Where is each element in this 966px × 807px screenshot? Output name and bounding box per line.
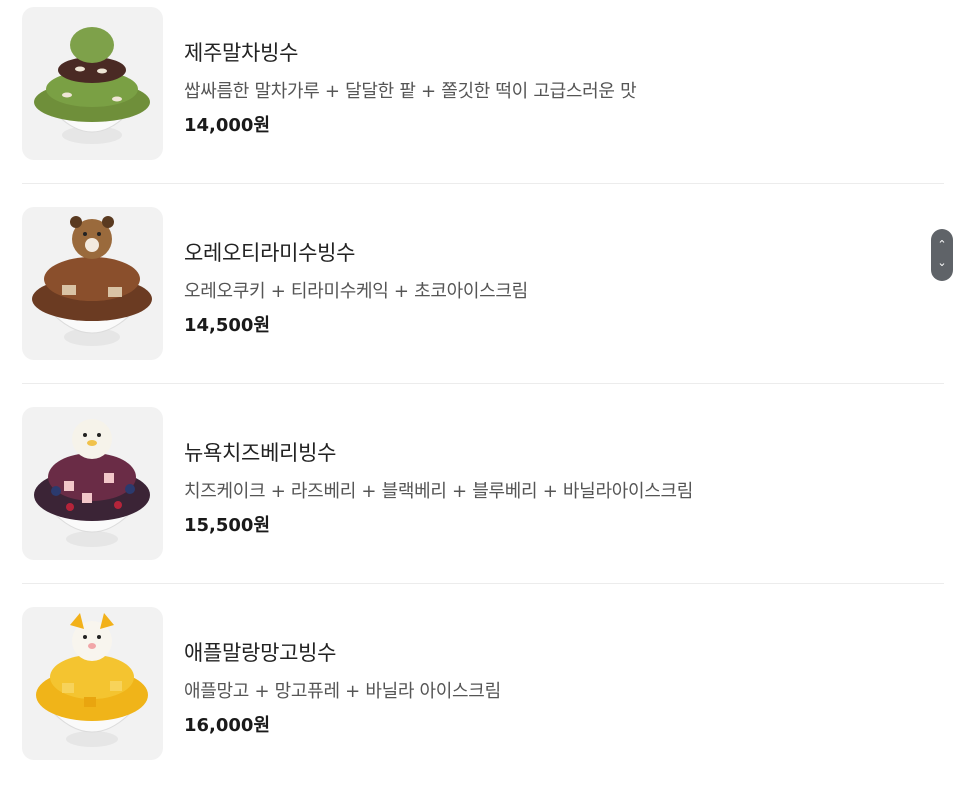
fast-scroll-handle[interactable]: ⌃ ⌄	[931, 229, 953, 281]
cheese-berry-bingsu-icon	[22, 407, 163, 560]
matcha-bingsu-icon	[22, 7, 163, 160]
menu-item[interactable]: 뉴욕치즈베리빙수 치즈케이크 + 라즈베리 + 블랙베리 + 블루베리 + 바닐…	[0, 407, 944, 607]
menu-item-name: 애플말랑망고빙수	[184, 641, 337, 665]
menu-item-name: 오레오티라미수빙수	[184, 241, 356, 265]
menu-item[interactable]: 애플말랑망고빙수 애플망고 + 망고퓨레 + 바닐라 아이스크림 16,000원	[0, 607, 944, 807]
oreo-tiramisu-bingsu-icon	[22, 207, 163, 360]
menu-item-name: 제주말차빙수	[184, 41, 299, 65]
chevron-down-icon: ⌄	[937, 256, 947, 269]
menu-item-name: 뉴욕치즈베리빙수	[184, 441, 337, 465]
menu-item-description: 치즈케이크 + 라즈베리 + 블랙베리 + 블루베리 + 바닐라아이스크림	[184, 481, 693, 502]
menu-item-price: 15,500원	[184, 515, 271, 536]
menu-item-description: 오레오쿠키 + 티라미수케익 + 초코아이스크림	[184, 281, 528, 302]
divider	[22, 183, 944, 184]
menu-item[interactable]: 제주말차빙수 쌉싸름한 말차가루 + 달달한 팥 + 쫄깃한 떡이 고급스러운 …	[0, 7, 944, 207]
divider	[22, 383, 944, 384]
menu-item[interactable]: 오레오티라미수빙수 오레오쿠키 + 티라미수케익 + 초코아이스크림 14,50…	[0, 207, 944, 407]
menu-item-price: 14,000원	[184, 115, 271, 136]
menu-item-price: 16,000원	[184, 715, 271, 736]
mango-bingsu-icon	[22, 607, 163, 760]
menu-item-description: 애플망고 + 망고퓨레 + 바닐라 아이스크림	[184, 681, 501, 702]
divider	[22, 583, 944, 584]
menu-item-price: 14,500원	[184, 315, 271, 336]
menu-item-description: 쌉싸름한 말차가루 + 달달한 팥 + 쫄깃한 떡이 고급스러운 맛	[184, 81, 637, 102]
chevron-up-icon: ⌃	[937, 238, 947, 251]
